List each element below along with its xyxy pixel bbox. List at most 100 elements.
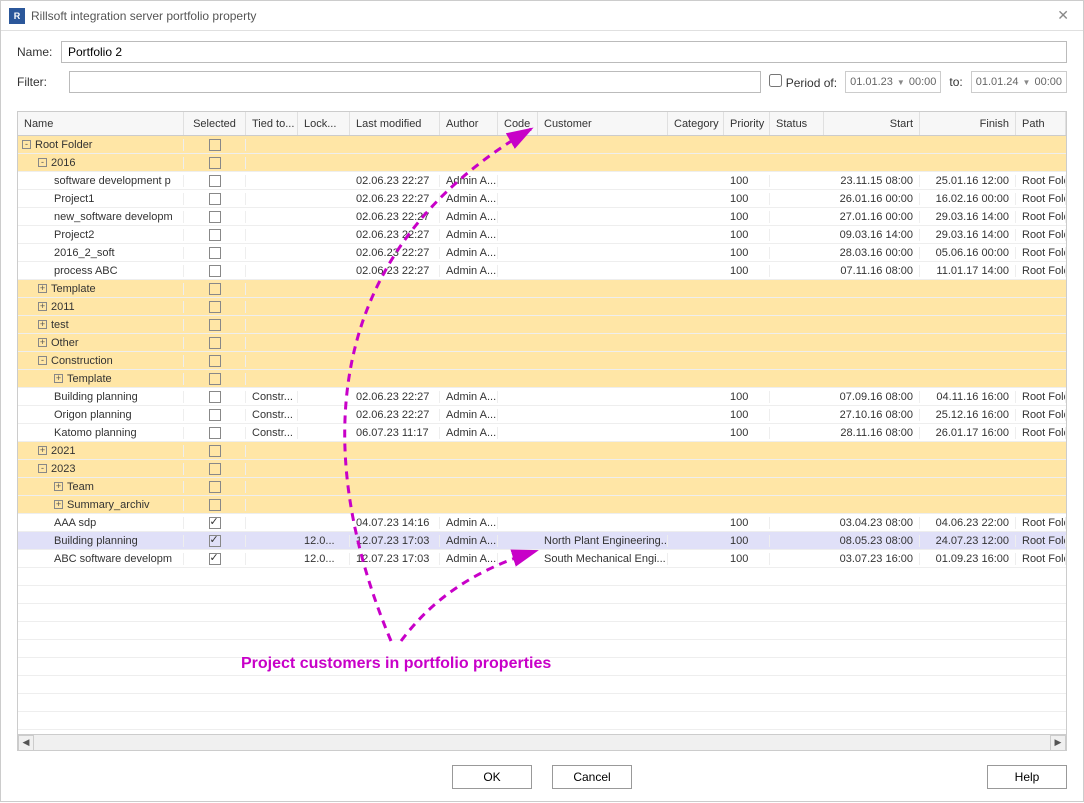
row-name: Team (67, 481, 94, 493)
cell: Constr... (246, 409, 298, 421)
table-row[interactable]: +Template (18, 280, 1066, 298)
cell: 100 (724, 553, 770, 565)
col-path[interactable]: Path (1016, 112, 1066, 135)
collapse-icon[interactable]: - (38, 464, 47, 473)
table-row[interactable]: 2016_2_soft02.06.23 22:27Admin A...10028… (18, 244, 1066, 262)
selected-checkbox[interactable] (209, 427, 221, 439)
table-row[interactable]: +Summary_archiv (18, 496, 1066, 514)
col-start[interactable]: Start (824, 112, 920, 135)
table-row[interactable]: +Template (18, 370, 1066, 388)
collapse-icon[interactable]: - (22, 140, 31, 149)
col-code[interactable]: Code (498, 112, 538, 135)
col-modified[interactable]: Last modified (350, 112, 440, 135)
cell: Admin A... (440, 535, 498, 547)
selected-checkbox[interactable] (209, 445, 221, 457)
table-row[interactable]: -Root Folder (18, 136, 1066, 154)
cell: Constr... (246, 427, 298, 439)
cell: Root Fold (1016, 409, 1066, 421)
table-row[interactable]: +2011 (18, 298, 1066, 316)
table-row[interactable]: Origon planningConstr...02.06.23 22:27Ad… (18, 406, 1066, 424)
selected-checkbox[interactable] (209, 337, 221, 349)
ok-button[interactable]: OK (452, 765, 532, 789)
titlebar: R Rillsoft integration server portfolio … (1, 1, 1083, 31)
table-row[interactable]: Building planning12.0...12.07.23 17:03Ad… (18, 532, 1066, 550)
scroll-left-icon[interactable]: ◀ (18, 735, 34, 751)
table-row[interactable]: new_software developm02.06.23 22:27Admin… (18, 208, 1066, 226)
col-category[interactable]: Category (668, 112, 724, 135)
selected-checkbox[interactable] (209, 229, 221, 241)
selected-checkbox[interactable] (209, 211, 221, 223)
close-icon[interactable]: ✕ (1051, 7, 1075, 24)
col-author[interactable]: Author (440, 112, 498, 135)
col-priority[interactable]: Priority (724, 112, 770, 135)
selected-checkbox[interactable] (209, 535, 221, 547)
selected-checkbox[interactable] (209, 373, 221, 385)
cell: 07.09.16 08:00 (824, 391, 920, 403)
selected-checkbox[interactable] (209, 193, 221, 205)
col-tied[interactable]: Tied to... (246, 112, 298, 135)
expand-icon[interactable]: + (38, 284, 47, 293)
table-row[interactable]: +test (18, 316, 1066, 334)
table-row[interactable]: Project102.06.23 22:27Admin A...10026.01… (18, 190, 1066, 208)
col-status[interactable]: Status (770, 112, 824, 135)
table-row[interactable]: -Construction (18, 352, 1066, 370)
selected-checkbox[interactable] (209, 409, 221, 421)
row-name: 2021 (51, 445, 75, 457)
window-title: Rillsoft integration server portfolio pr… (31, 9, 1051, 23)
table-row[interactable]: Katomo planningConstr...06.07.23 11:17Ad… (18, 424, 1066, 442)
expand-icon[interactable]: + (54, 500, 63, 509)
name-input[interactable] (61, 41, 1067, 63)
selected-checkbox[interactable] (209, 247, 221, 259)
from-date[interactable]: 01.01.23▼00:00 (845, 71, 941, 93)
help-button[interactable]: Help (987, 765, 1067, 789)
expand-icon[interactable]: + (38, 446, 47, 455)
table-row[interactable]: AAA sdp04.07.23 14:16Admin A...10003.04.… (18, 514, 1066, 532)
table-row[interactable]: Project202.06.23 22:27Admin A...10009.03… (18, 226, 1066, 244)
col-lock[interactable]: Lock... (298, 112, 350, 135)
period-checkbox-wrap[interactable]: Period of: (769, 74, 837, 90)
table-row[interactable]: +Other (18, 334, 1066, 352)
horizontal-scrollbar[interactable]: ◀ ▶ (18, 734, 1066, 750)
expand-icon[interactable]: + (54, 374, 63, 383)
collapse-icon[interactable]: - (38, 158, 47, 167)
table-body[interactable]: -Root Folder-2016software development p0… (18, 136, 1066, 734)
selected-checkbox[interactable] (209, 463, 221, 475)
cell: 02.06.23 22:27 (350, 409, 440, 421)
table-row[interactable]: -2016 (18, 154, 1066, 172)
selected-checkbox[interactable] (209, 139, 221, 151)
selected-checkbox[interactable] (209, 301, 221, 313)
selected-checkbox[interactable] (209, 319, 221, 331)
table-row[interactable]: -2023 (18, 460, 1066, 478)
selected-checkbox[interactable] (209, 391, 221, 403)
period-checkbox[interactable] (769, 74, 782, 87)
col-name[interactable]: Name (18, 112, 184, 135)
filter-input[interactable] (69, 71, 761, 93)
to-date[interactable]: 01.01.24▼00:00 (971, 71, 1067, 93)
selected-checkbox[interactable] (209, 283, 221, 295)
scroll-right-icon[interactable]: ▶ (1050, 735, 1066, 751)
table-row[interactable]: +2021 (18, 442, 1066, 460)
cell: Admin A... (440, 553, 498, 565)
selected-checkbox[interactable] (209, 157, 221, 169)
selected-checkbox[interactable] (209, 355, 221, 367)
table-row[interactable]: ABC software developm12.0...12.07.23 17:… (18, 550, 1066, 568)
expand-icon[interactable]: + (38, 338, 47, 347)
col-customer[interactable]: Customer (538, 112, 668, 135)
table-row[interactable]: process ABC02.06.23 22:27Admin A...10007… (18, 262, 1066, 280)
collapse-icon[interactable]: - (38, 356, 47, 365)
selected-checkbox[interactable] (209, 499, 221, 511)
selected-checkbox[interactable] (209, 553, 221, 565)
selected-checkbox[interactable] (209, 265, 221, 277)
col-finish[interactable]: Finish (920, 112, 1016, 135)
col-selected[interactable]: Selected (184, 112, 246, 135)
expand-icon[interactable]: + (38, 302, 47, 311)
expand-icon[interactable]: + (38, 320, 47, 329)
selected-checkbox[interactable] (209, 175, 221, 187)
table-row[interactable]: + Team (18, 478, 1066, 496)
cancel-button[interactable]: Cancel (552, 765, 632, 789)
table-row[interactable]: software development p02.06.23 22:27Admi… (18, 172, 1066, 190)
expand-icon[interactable]: + (54, 482, 63, 491)
selected-checkbox[interactable] (209, 517, 221, 529)
selected-checkbox[interactable] (209, 481, 221, 493)
table-row[interactable]: Building planningConstr...02.06.23 22:27… (18, 388, 1066, 406)
